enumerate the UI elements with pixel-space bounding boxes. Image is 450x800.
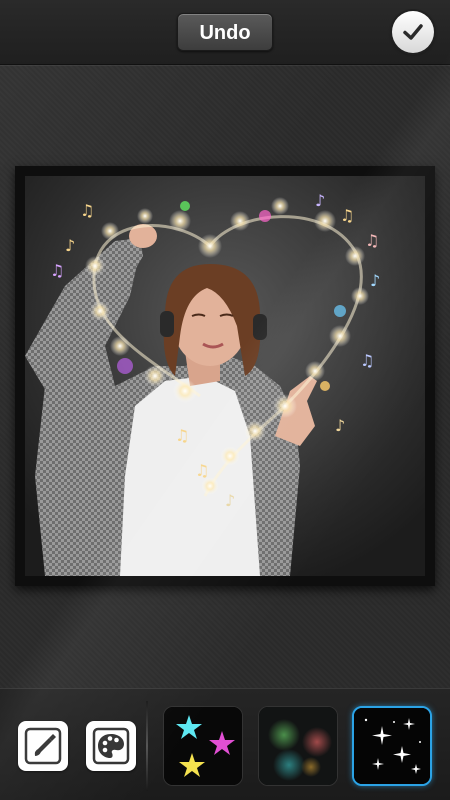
svg-text:♫: ♫ <box>175 426 189 445</box>
bokeh-effect-thumbnail[interactable] <box>258 706 338 786</box>
stars-effect-thumbnail[interactable] <box>163 706 243 786</box>
palette-icon <box>92 727 130 765</box>
checkmark-icon <box>403 24 423 40</box>
svg-text:♫: ♫ <box>80 201 94 220</box>
photo-frame: ♫ ♪ ♫ ♪ ♫ ♫ ♪ ♫ ♪ ♫ ♫ ♪ <box>15 166 435 586</box>
edited-photo[interactable]: ♫ ♪ ♫ ♪ ♫ ♫ ♪ ♫ ♪ ♫ ♫ ♪ <box>25 176 425 576</box>
svg-text:♫: ♫ <box>195 461 209 480</box>
bokeh-effect-icon <box>259 707 337 785</box>
done-button[interactable] <box>392 11 434 53</box>
brush-icon <box>24 727 62 765</box>
svg-text:♫: ♫ <box>340 206 354 225</box>
sparkles-effect-icon <box>354 708 430 784</box>
svg-text:♫: ♫ <box>360 351 374 370</box>
photo-canvas: ♫ ♪ ♫ ♪ ♫ ♫ ♪ ♫ ♪ ♫ ♫ ♪ <box>25 176 425 576</box>
svg-text:♫: ♫ <box>50 261 64 280</box>
svg-text:♫: ♫ <box>365 231 379 250</box>
svg-text:♪: ♪ <box>225 491 235 510</box>
undo-button[interactable]: Undo <box>177 13 273 51</box>
brush-tool-button[interactable] <box>18 721 68 771</box>
svg-text:♪: ♪ <box>370 271 380 290</box>
svg-text:♪: ♪ <box>65 236 75 255</box>
top-toolbar: Undo <box>0 0 450 65</box>
svg-text:♪: ♪ <box>335 416 345 435</box>
bottom-toolbar <box>0 688 450 800</box>
stars-effect-icon <box>164 707 242 785</box>
palette-tool-button[interactable] <box>86 721 136 771</box>
photo-editor-screen: Undo ♫ ♪ ♫ ♪ ♫ ♫ ♪ ♫ ♪ ♫ ♫ ♪ <box>0 0 450 800</box>
sparkles-effect-thumbnail[interactable] <box>352 706 432 786</box>
toolbar-divider <box>146 701 148 791</box>
svg-text:♪: ♪ <box>315 191 325 210</box>
